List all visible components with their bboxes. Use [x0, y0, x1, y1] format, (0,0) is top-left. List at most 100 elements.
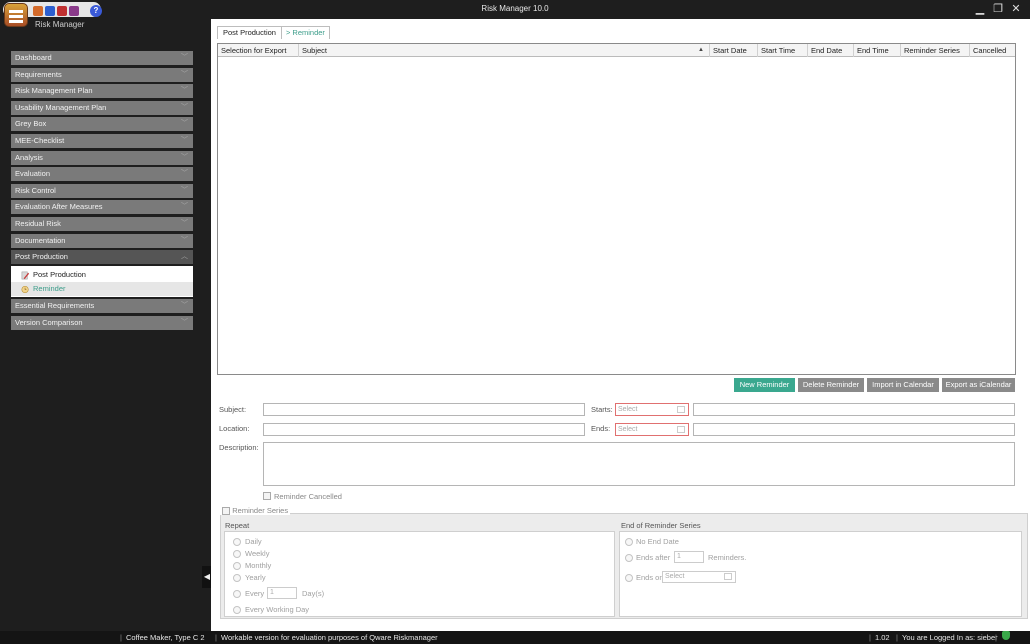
new-reminder-button[interactable]: New Reminder [734, 378, 795, 392]
sidebar-item-label: Residual Risk [15, 218, 61, 228]
repeat-daily-radio[interactable] [233, 538, 241, 546]
calendar-icon[interactable] [677, 426, 685, 433]
sidebar-item-mee-checklist[interactable]: MEE-Checklist ﹀ [11, 133, 193, 148]
ends-on-label: Ends on [636, 573, 664, 582]
sidebar-item-label: MEE-Checklist [15, 135, 65, 145]
repeat-yearly-radio[interactable] [233, 574, 241, 582]
export-icon[interactable] [69, 6, 79, 16]
sidebar-item-post-production[interactable]: Post Production ︿ [11, 250, 193, 265]
sidebar-item-label: Essential Requirements [15, 301, 95, 311]
sidebar-item-version-comparison[interactable]: Version Comparison ﹀ [11, 315, 193, 330]
help-icon[interactable]: ? [90, 5, 102, 17]
reminder-cancelled-checkbox[interactable] [263, 492, 271, 500]
chevron-down-icon: ﹀ [181, 136, 188, 144]
sort-ascending-icon[interactable]: ▲ [698, 44, 704, 57]
ends-on-placeholder: Select [665, 573, 685, 580]
sidebar-item-usability-management-plan[interactable]: Usability Management Plan ﹀ [11, 100, 193, 115]
sidebar-item-label: Grey Box [15, 119, 47, 129]
status-separator: | [215, 633, 217, 642]
subitem-reminder[interactable]: Reminder [11, 281, 193, 296]
delete-reminder-button[interactable]: Delete Reminder [798, 378, 864, 392]
repeat-every-label: Every [245, 589, 265, 598]
chevron-down-icon: ﹀ [181, 318, 188, 326]
status-version: 1.02 [875, 633, 890, 642]
export-icalendar-button[interactable]: Export as iCalendar [942, 378, 1015, 392]
start-date-picker[interactable]: Select [615, 403, 689, 416]
repeat-monthly-radio[interactable] [233, 562, 241, 570]
calendar-icon[interactable] [677, 406, 685, 413]
column-subject[interactable]: Subject [299, 44, 709, 57]
sidebar-item-evaluation-after-measures[interactable]: Evaluation After Measures ﹀ [11, 200, 193, 215]
close-icon[interactable]: ✕ [1010, 2, 1022, 16]
tools-icon[interactable] [57, 6, 67, 16]
ends-on-radio[interactable] [625, 574, 633, 582]
no-end-date-radio[interactable] [625, 538, 633, 546]
column-cancelled[interactable]: Cancelled [970, 44, 1016, 57]
subitem-label: Post Production [33, 269, 86, 279]
ends-after-input[interactable]: 1 [674, 551, 704, 563]
sidebar-item-label: Analysis [15, 152, 43, 162]
ends-label: Ends: [591, 424, 611, 433]
sidebar-item-label: Evaluation After Measures [15, 202, 103, 212]
repeat-yearly-label: Yearly [245, 573, 266, 582]
sidebar-item-evaluation[interactable]: Evaluation ﹀ [11, 167, 193, 182]
subitem-post-production[interactable]: Post Production [11, 268, 193, 282]
column-end-time[interactable]: End Time [854, 44, 901, 57]
sidebar-item-label: Risk Management Plan [15, 86, 93, 96]
chevron-down-icon: ﹀ [181, 54, 188, 61]
chevron-down-icon: ﹀ [181, 302, 188, 310]
calendar-icon[interactable] [724, 573, 732, 580]
location-input[interactable] [263, 423, 585, 436]
ends-after-radio[interactable] [625, 554, 633, 562]
every-days-input[interactable]: 1 [267, 587, 297, 599]
chevron-down-icon: ﹀ [181, 70, 188, 78]
column-start-date[interactable]: Start Date [709, 44, 758, 57]
user-icon [1002, 631, 1010, 640]
sidebar-item-dashboard[interactable]: Dashboard ﹀ [11, 51, 193, 65]
app-logo-icon[interactable] [4, 3, 28, 27]
ends-on-date-picker[interactable]: Select [662, 571, 736, 583]
sidebar-item-essential-requirements[interactable]: Essential Requirements ﹀ [11, 299, 193, 314]
sidebar-item-risk-control[interactable]: Risk Control ﹀ [11, 183, 193, 198]
sidebar-item-analysis[interactable]: Analysis ﹀ [11, 150, 193, 165]
maximize-icon[interactable]: ❐ [992, 2, 1004, 16]
column-start-time[interactable]: Start Time [758, 44, 808, 57]
minimize-icon[interactable]: ▁ [974, 2, 986, 16]
window-title: Risk Manager 10.0 [481, 4, 549, 13]
breadcrumb-reminder[interactable]: > Reminder [281, 26, 330, 39]
ends-after-label: Ends after [636, 553, 671, 562]
reminder-series-panel: Repeat End of Reminder Series Daily Week… [220, 513, 1028, 619]
repeat-every-radio[interactable] [233, 590, 241, 598]
repeat-weekly-radio[interactable] [233, 550, 241, 558]
end-time-input[interactable] [693, 423, 1015, 436]
end-date-picker[interactable]: Select [615, 423, 689, 436]
sidebar-item-documentation[interactable]: Documentation ﹀ [11, 233, 193, 248]
sidebar-item-label: Usability Management Plan [15, 102, 107, 112]
reminder-series-checkbox[interactable] [222, 506, 230, 515]
import-calendar-button[interactable]: Import in Calendar [867, 378, 939, 392]
column-end-date[interactable]: End Date [808, 44, 854, 57]
sidebar-item-risk-management-plan[interactable]: Risk Management Plan ﹀ [11, 84, 193, 99]
subject-input[interactable] [263, 403, 585, 416]
every-working-day-radio[interactable] [233, 606, 241, 614]
sidebar-item-grey-box[interactable]: Grey Box ﹀ [11, 117, 193, 132]
every-days-unit: Day(s) [302, 589, 325, 598]
description-textarea[interactable] [263, 442, 1015, 486]
column-reminder-series[interactable]: Reminder Series [901, 44, 970, 57]
book-icon[interactable] [33, 6, 43, 16]
sidebar-item-residual-risk[interactable]: Residual Risk ﹀ [11, 216, 193, 231]
chart-icon[interactable] [45, 6, 55, 16]
breadcrumb-post-production[interactable]: Post Production [217, 26, 282, 39]
sidebar-item-label: Requirements [15, 69, 62, 79]
column-selection-for-export[interactable]: Selection for Export [218, 44, 299, 57]
chevron-down-icon: ﹀ [181, 87, 188, 95]
status-bar: | Coffee Maker, Type C 2 | Workable vers… [0, 631, 1030, 644]
module-title: Risk Manager [35, 20, 85, 29]
sidebar-item-requirements[interactable]: Requirements ﹀ [11, 67, 193, 82]
start-time-input[interactable] [693, 403, 1015, 416]
sidebar-item-label: Evaluation [15, 169, 51, 179]
end-of-series-title: End of Reminder Series [621, 521, 701, 530]
reminder-grid[interactable]: Selection for Export Subject ▲ Start Dat… [217, 43, 1016, 375]
repeat-title: Repeat [225, 521, 250, 530]
sidebar-item-label: Version Comparison [15, 317, 83, 327]
